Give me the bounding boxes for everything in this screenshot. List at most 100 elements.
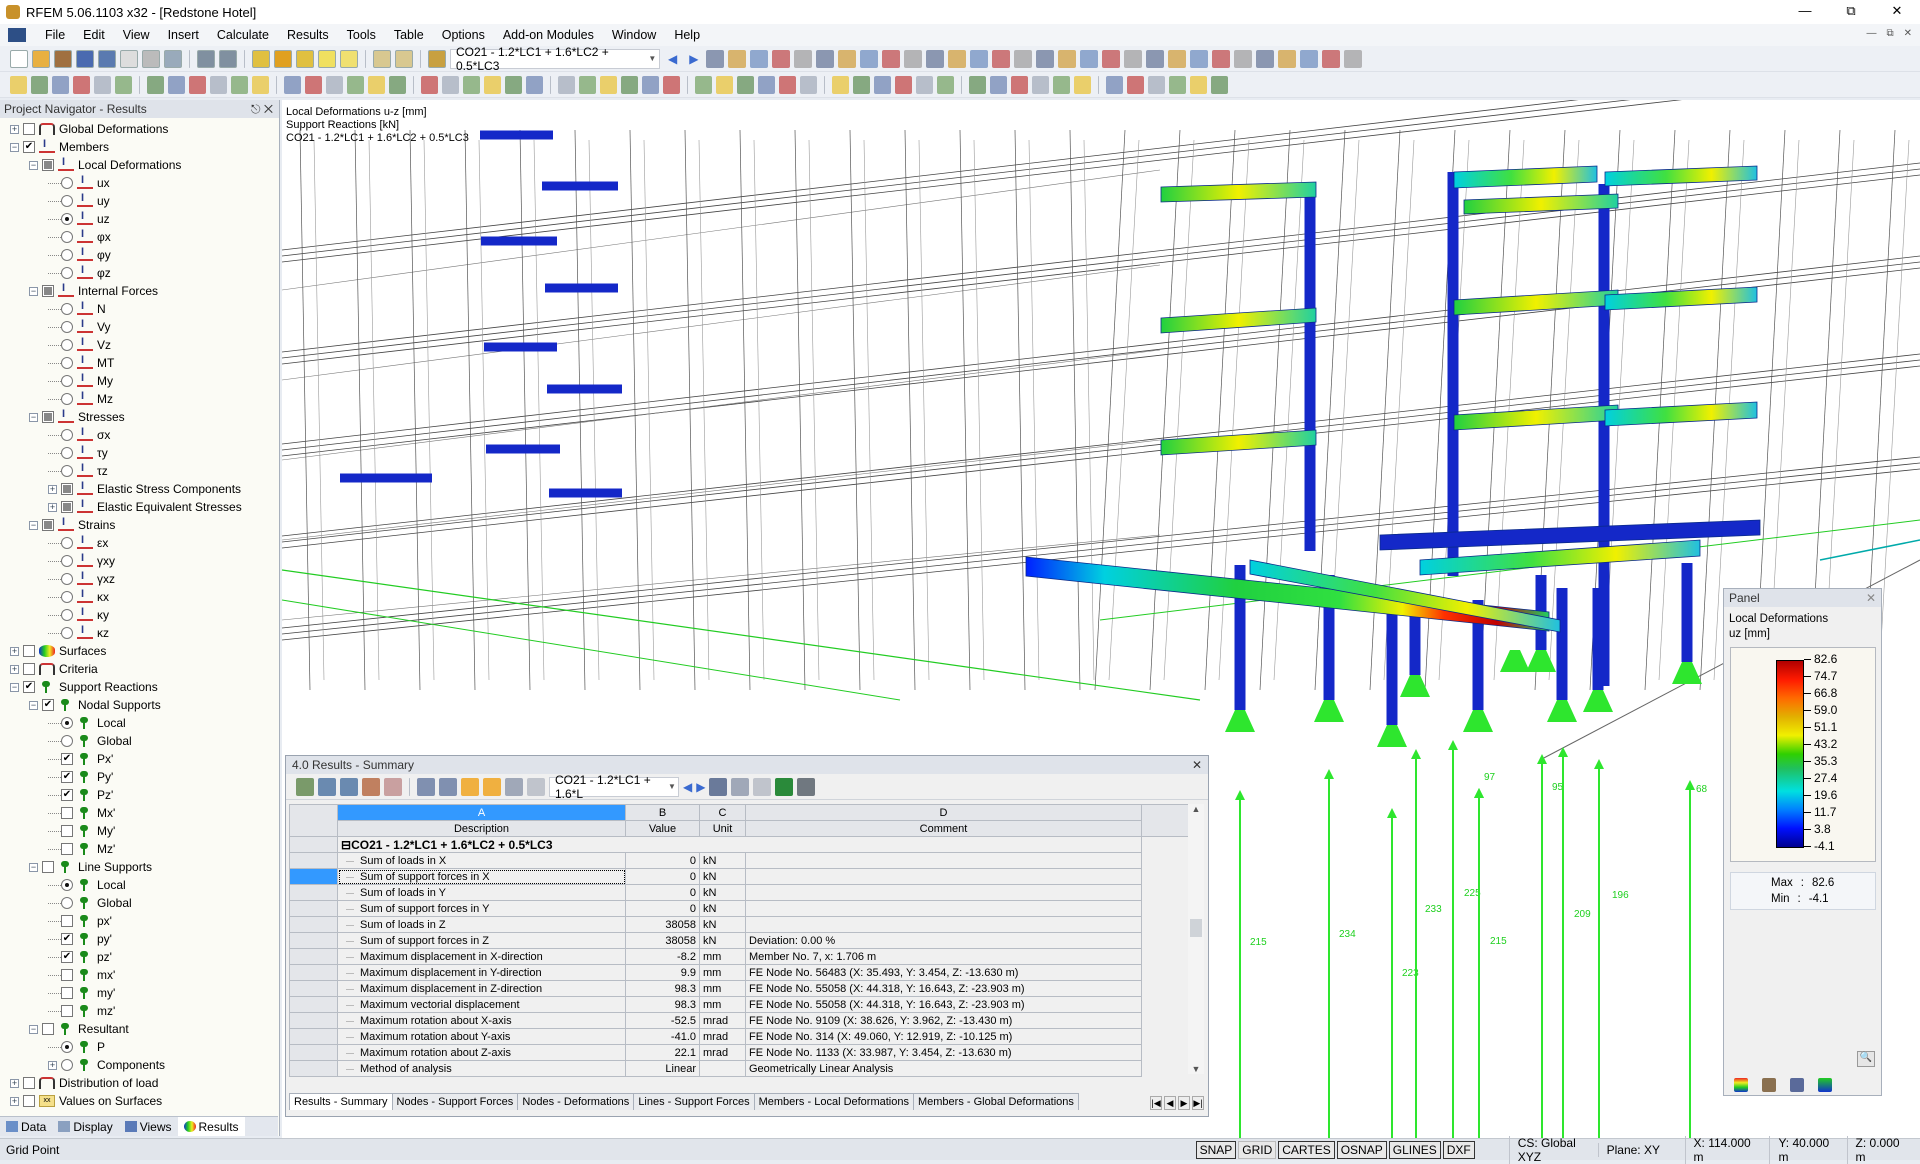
table-tool-icon[interactable] — [296, 777, 314, 796]
checkbox[interactable]: ✔ — [23, 681, 35, 693]
cell-unit[interactable]: mrad — [699, 1028, 746, 1045]
toolbar-button-icon[interactable] — [10, 49, 28, 68]
mdi-restore-button[interactable]: ⧉ — [1886, 28, 1893, 39]
toolbar-button-icon[interactable] — [31, 75, 48, 94]
radio-button[interactable] — [61, 357, 73, 369]
menu-options[interactable]: Options — [433, 28, 494, 42]
menu-file[interactable]: File — [36, 28, 74, 42]
last-tab-icon[interactable]: ▶| — [1192, 1096, 1204, 1110]
tree-item-support-reactions[interactable]: − ✔ Support Reactions — [0, 678, 278, 696]
menu-calculate[interactable]: Calculate — [208, 28, 278, 42]
checkbox[interactable] — [42, 285, 54, 297]
toolbar-button-icon[interactable] — [373, 49, 391, 68]
cell-unit[interactable]: kN — [699, 852, 746, 869]
collapse-icon[interactable]: − — [29, 700, 38, 710]
prev-tab-icon[interactable]: ◀ — [1164, 1096, 1176, 1110]
table-tool-icon[interactable] — [483, 777, 501, 796]
cell-comment[interactable] — [745, 884, 1142, 901]
results-tab-nodes-deformations[interactable]: Nodes - Deformations — [517, 1093, 635, 1110]
collapse-icon[interactable]: ⊟ — [341, 838, 351, 852]
collapse-icon[interactable]: − — [29, 160, 38, 170]
column-letter-b[interactable]: B — [625, 804, 700, 821]
toolbar-button-icon[interactable] — [758, 75, 775, 94]
toolbar-button-icon[interactable] — [779, 75, 796, 94]
cell-comment[interactable]: FE Node No. 56483 (X: 35.493, Y: 3.454, … — [745, 964, 1142, 981]
row-header[interactable] — [289, 964, 338, 981]
minimize-button[interactable]: — — [1782, 0, 1828, 24]
cell-value[interactable]: 0 — [625, 852, 700, 869]
row-header[interactable] — [289, 1012, 338, 1029]
table-row[interactable]: Sum of loads in X 0 kN — [289, 852, 1190, 869]
expand-icon[interactable]: + — [10, 1078, 19, 1088]
view-icon[interactable] — [731, 777, 750, 796]
toolbar-button-icon[interactable] — [1169, 75, 1186, 94]
toolbar-button-icon[interactable] — [750, 49, 769, 68]
toolbar-button-icon[interactable] — [76, 49, 94, 68]
tree-item-p[interactable]: P — [0, 1038, 278, 1056]
cell-description[interactable]: Method of analysis — [337, 1060, 626, 1077]
table-row[interactable]: Maximum displacement in Z-direction 98.3 m… — [289, 980, 1190, 997]
tree-item-mt[interactable]: MT — [0, 354, 278, 372]
toolbar-button-icon[interactable] — [147, 75, 164, 94]
toolbar-button-icon[interactable] — [252, 75, 269, 94]
radio-button[interactable] — [61, 195, 73, 207]
toolbar-button-icon[interactable] — [970, 49, 989, 68]
toolbar-button-icon[interactable] — [937, 75, 954, 94]
radio-button[interactable] — [61, 735, 73, 747]
cell-description[interactable]: Sum of support forces in X — [337, 868, 626, 885]
checkbox[interactable] — [42, 519, 54, 531]
excel-export-icon[interactable] — [775, 777, 794, 796]
first-tab-icon[interactable]: |◀ — [1150, 1096, 1162, 1110]
toolbar-button-icon[interactable] — [853, 75, 870, 94]
group-row[interactable]: ⊟CO21 - 1.2*LC1 + 1.6*LC2 + 0.5*LC3 — [289, 836, 1190, 853]
cell-comment[interactable] — [745, 900, 1142, 917]
toolbar-button-icon[interactable] — [1058, 49, 1077, 68]
radio-button[interactable] — [61, 393, 73, 405]
toolbar-button-icon[interactable] — [992, 49, 1011, 68]
checkbox[interactable]: ✔ — [61, 771, 73, 783]
toolbar-button-icon[interactable] — [189, 75, 206, 94]
column-letter-d[interactable]: D — [745, 804, 1142, 821]
toolbar-button-icon[interactable] — [904, 49, 923, 68]
tree-item-pz-[interactable]: ✔ pz' — [0, 948, 278, 966]
radio-button[interactable] — [61, 267, 73, 279]
tab-display[interactable]: Display — [52, 1117, 118, 1136]
toolbar-button-icon[interactable] — [54, 49, 72, 68]
collapse-icon[interactable]: − — [10, 142, 19, 152]
document-icon[interactable] — [8, 28, 26, 42]
previous-icon[interactable]: ◀ — [668, 52, 677, 66]
checkbox[interactable] — [23, 123, 35, 135]
close-window-button[interactable]: ✕ — [1874, 0, 1920, 24]
toolbar-button-icon[interactable] — [1168, 49, 1187, 68]
tree-item--z[interactable]: τz — [0, 462, 278, 480]
cell-description[interactable]: Maximum rotation about Y-axis — [337, 1028, 626, 1045]
radio-button[interactable] — [61, 339, 73, 351]
tree-item-uz[interactable]: uz — [0, 210, 278, 228]
tree-item-uy[interactable]: uy — [0, 192, 278, 210]
toolbar-button-icon[interactable] — [926, 49, 945, 68]
radio-button[interactable] — [61, 213, 73, 225]
column-letter-a[interactable]: A — [337, 804, 626, 821]
checkbox[interactable]: ✔ — [23, 141, 35, 153]
toolbar-button-icon[interactable] — [1212, 49, 1231, 68]
cell-unit[interactable]: kN — [699, 900, 746, 917]
checkbox[interactable] — [23, 645, 35, 657]
toolbar-button-icon[interactable] — [1211, 75, 1228, 94]
toolbar-button-icon[interactable] — [1080, 49, 1099, 68]
toolbar-button-icon[interactable] — [340, 49, 358, 68]
tab-results[interactable]: Results — [177, 1117, 245, 1136]
cell-comment[interactable]: Member No. 7, x: 1.706 m — [745, 948, 1142, 965]
cell-unit[interactable]: kN — [699, 868, 746, 885]
table-tool-icon[interactable] — [527, 777, 545, 796]
toolbar-button-icon[interactable] — [1344, 49, 1363, 68]
tree-item-local[interactable]: Local — [0, 876, 278, 894]
row-header[interactable] — [289, 932, 338, 949]
tab-views[interactable]: Views — [119, 1117, 178, 1136]
radio-button[interactable] — [61, 537, 73, 549]
cell-description[interactable]: Sum of loads in X — [337, 852, 626, 869]
menu-edit[interactable]: Edit — [74, 28, 114, 42]
menu-window[interactable]: Window — [603, 28, 665, 42]
tree-item-vy[interactable]: Vy — [0, 318, 278, 336]
expand-icon[interactable]: + — [48, 484, 57, 494]
cell-unit[interactable]: mm — [699, 964, 746, 981]
